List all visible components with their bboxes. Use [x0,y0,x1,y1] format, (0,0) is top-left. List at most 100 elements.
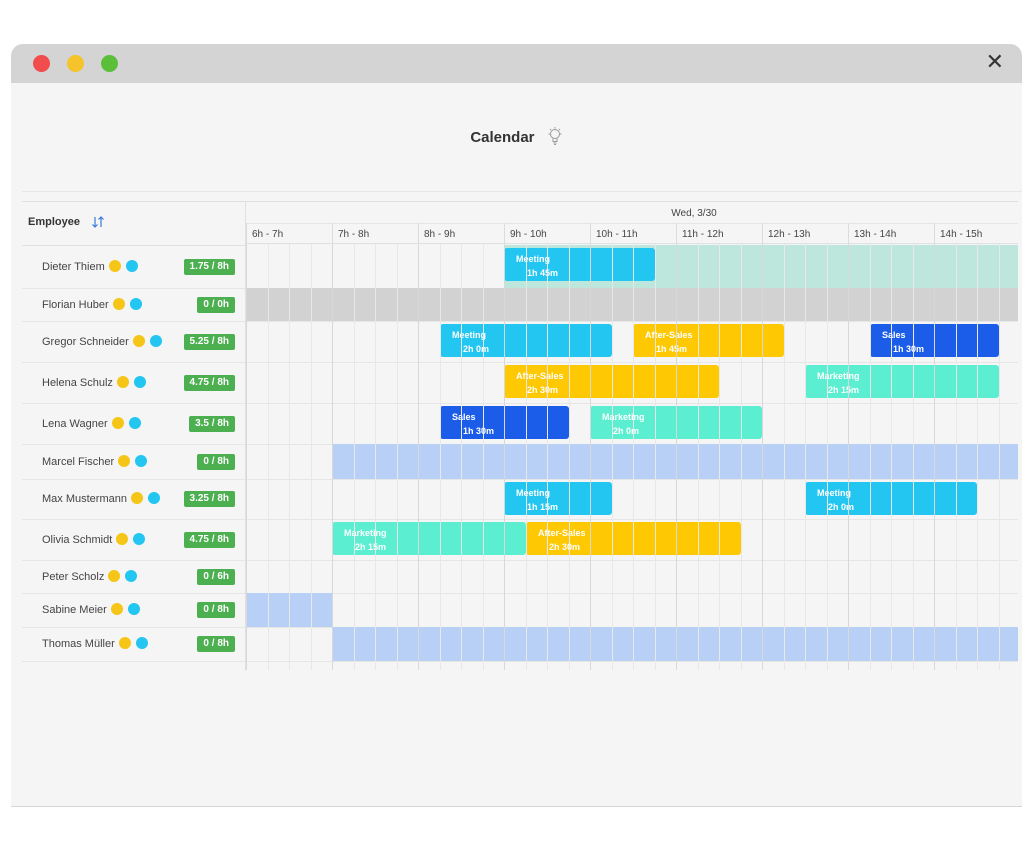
event-title: After-Sales [516,371,564,381]
event-title: Marketing [602,412,645,422]
minimize-window-button[interactable] [67,55,84,72]
grid-line [354,244,355,670]
employee-name: Gregor Schneider [42,335,129,348]
calendar-title: Calendar [470,128,535,146]
employee-name-cell: Sabine Meier [42,603,140,616]
hour-column-header: 7h - 8h [332,223,418,244]
timeline-row[interactable] [246,627,1018,662]
status-dot-yellow [116,375,129,388]
grid-line [870,244,871,670]
timeline-row[interactable]: Meeting 2h 0m After-Sales 1h 45m Sales 1h 30m [246,321,1018,363]
hours-badge: 5.25 / 8h [183,333,235,350]
hour-column-header: 10h - 11h [590,223,676,244]
employee-panel: Employee Dieter Thiem 1.75 / 8h Florian Hu… [22,201,246,671]
employee-row[interactable]: Gregor Schneider 5.25 / 8h [22,321,245,363]
hours-badge: 0 / 8h [197,602,235,618]
close-icon[interactable]: ✕ [986,50,1004,76]
meeting-event[interactable]: Meeting 1h 15m [504,482,612,515]
employee-row[interactable]: Helena Schulz 4.75 / 8h [22,362,245,404]
event-title: Sales [452,412,476,422]
status-dot-yellow [110,603,123,615]
grid-line [633,244,634,670]
employee-name: Max Mustermann [42,493,127,505]
date-label: Wed, 3/30 [671,208,717,219]
event-title: Meeting [516,488,551,498]
status-dot-cyan [125,569,138,582]
event-duration: 2h 15m [828,385,860,395]
timeline-row[interactable]: Marketing 2h 15m After-Sales 2h 30m [246,519,1018,561]
employee-name: Olivia Schmidt [42,533,113,546]
employee-name-cell: Olivia Schmidt [42,532,146,546]
grid-line [719,244,720,670]
status-dot-cyan [133,532,146,545]
grid-line [934,244,935,670]
employee-row[interactable]: Thomas Müller 0 / 8h [22,627,245,662]
event-duration: 1h 45m [656,344,688,354]
event-title: Meeting [452,330,487,340]
employee-row[interactable]: Max Mustermann 3.25 / 8h [22,479,245,520]
maximize-window-button[interactable] [101,55,118,72]
employee-column-header[interactable]: Employee [22,201,245,246]
employee-row[interactable]: Sabine Meier 0 / 8h [22,593,245,628]
grid-line [655,244,656,670]
event-title: Marketing [817,371,860,381]
status-dot-yellow [108,259,121,272]
hours-badge: 0 / 6h [197,568,235,585]
grid-line [461,244,462,670]
available-band [332,444,1018,479]
employee-row[interactable]: Florian Huber 0 / 0h [22,288,245,322]
status-dot-yellow [130,492,143,504]
hours-badge: 3.25 / 8h [183,491,235,507]
status-dot-cyan [149,334,162,347]
event-title: Marketing [344,528,387,538]
timeline-row[interactable] [246,593,1018,628]
grid-line [827,244,828,670]
employee-name: Marcel Fischer [42,455,115,468]
sort-arrows-icon[interactable] [90,214,106,235]
grid-line [848,244,849,670]
employee-name: Helena Schulz [42,376,113,389]
page-title: Calendar [11,126,1022,150]
timeline-row[interactable] [246,560,1018,594]
timeline-row[interactable]: After-Sales 2h 30m Marketing 2h 15m [246,362,1018,404]
timeline-grid: Wed, 3/30 6h - 7h 7h - 8h 8h - 9h 9h - 10h 1… [246,201,1018,671]
event-title: After-Sales [645,330,693,340]
grid-line [977,244,978,670]
employee-name: Dieter Thiem [42,260,105,273]
status-dot-cyan [129,297,142,310]
marketing-event[interactable]: Marketing 2h 15m [805,365,999,398]
event-title: Meeting [516,254,551,264]
divider [22,191,1022,192]
grid-line [375,244,376,670]
grid-line [590,244,591,670]
employee-row[interactable]: Olivia Schmidt 4.75 / 8h [22,519,245,561]
event-duration: 1h 30m [893,344,925,354]
status-dot-yellow [132,334,145,347]
close-window-button[interactable] [33,55,50,72]
app-window: ✕ Calendar Employee Dieter Thiem 1.75 / … [11,44,1022,807]
hour-column-header: 6h - 7h [246,223,332,244]
hour-column-header: 11h - 12h [676,223,762,244]
employee-name-cell: Helena Schulz [42,375,146,389]
status-dot-cyan [125,259,138,272]
employee-row[interactable]: Lena Wagner 3.5 / 8h [22,403,245,445]
lightbulb-icon[interactable] [547,126,563,150]
grid-line [891,244,892,670]
hour-column-header: 12h - 13h [762,223,848,244]
grid-line [311,244,312,670]
status-dot-yellow [108,569,121,582]
timeline-row[interactable] [246,444,1018,480]
timeline-row[interactable]: Meeting 1h 15m Meeting 2h 0m [246,479,1018,520]
status-dot-yellow [118,454,131,467]
grid-line [289,244,290,670]
employee-row[interactable]: Peter Scholz 0 / 6h [22,560,245,594]
employee-row[interactable]: Marcel Fischer 0 / 8h [22,444,245,480]
status-dot-yellow [116,532,129,545]
timeline-row[interactable]: Meeting 1h 45m [246,245,1018,289]
timeline-row[interactable]: Sales 1h 30m Marketing 2h 0m [246,403,1018,445]
grid-line [676,244,677,670]
marketing-event[interactable]: Marketing 2h 15m [332,522,526,555]
employee-row[interactable]: Dieter Thiem 1.75 / 8h [22,245,245,289]
timeline-row[interactable] [246,288,1018,322]
event-duration: 2h 0m [613,426,640,436]
